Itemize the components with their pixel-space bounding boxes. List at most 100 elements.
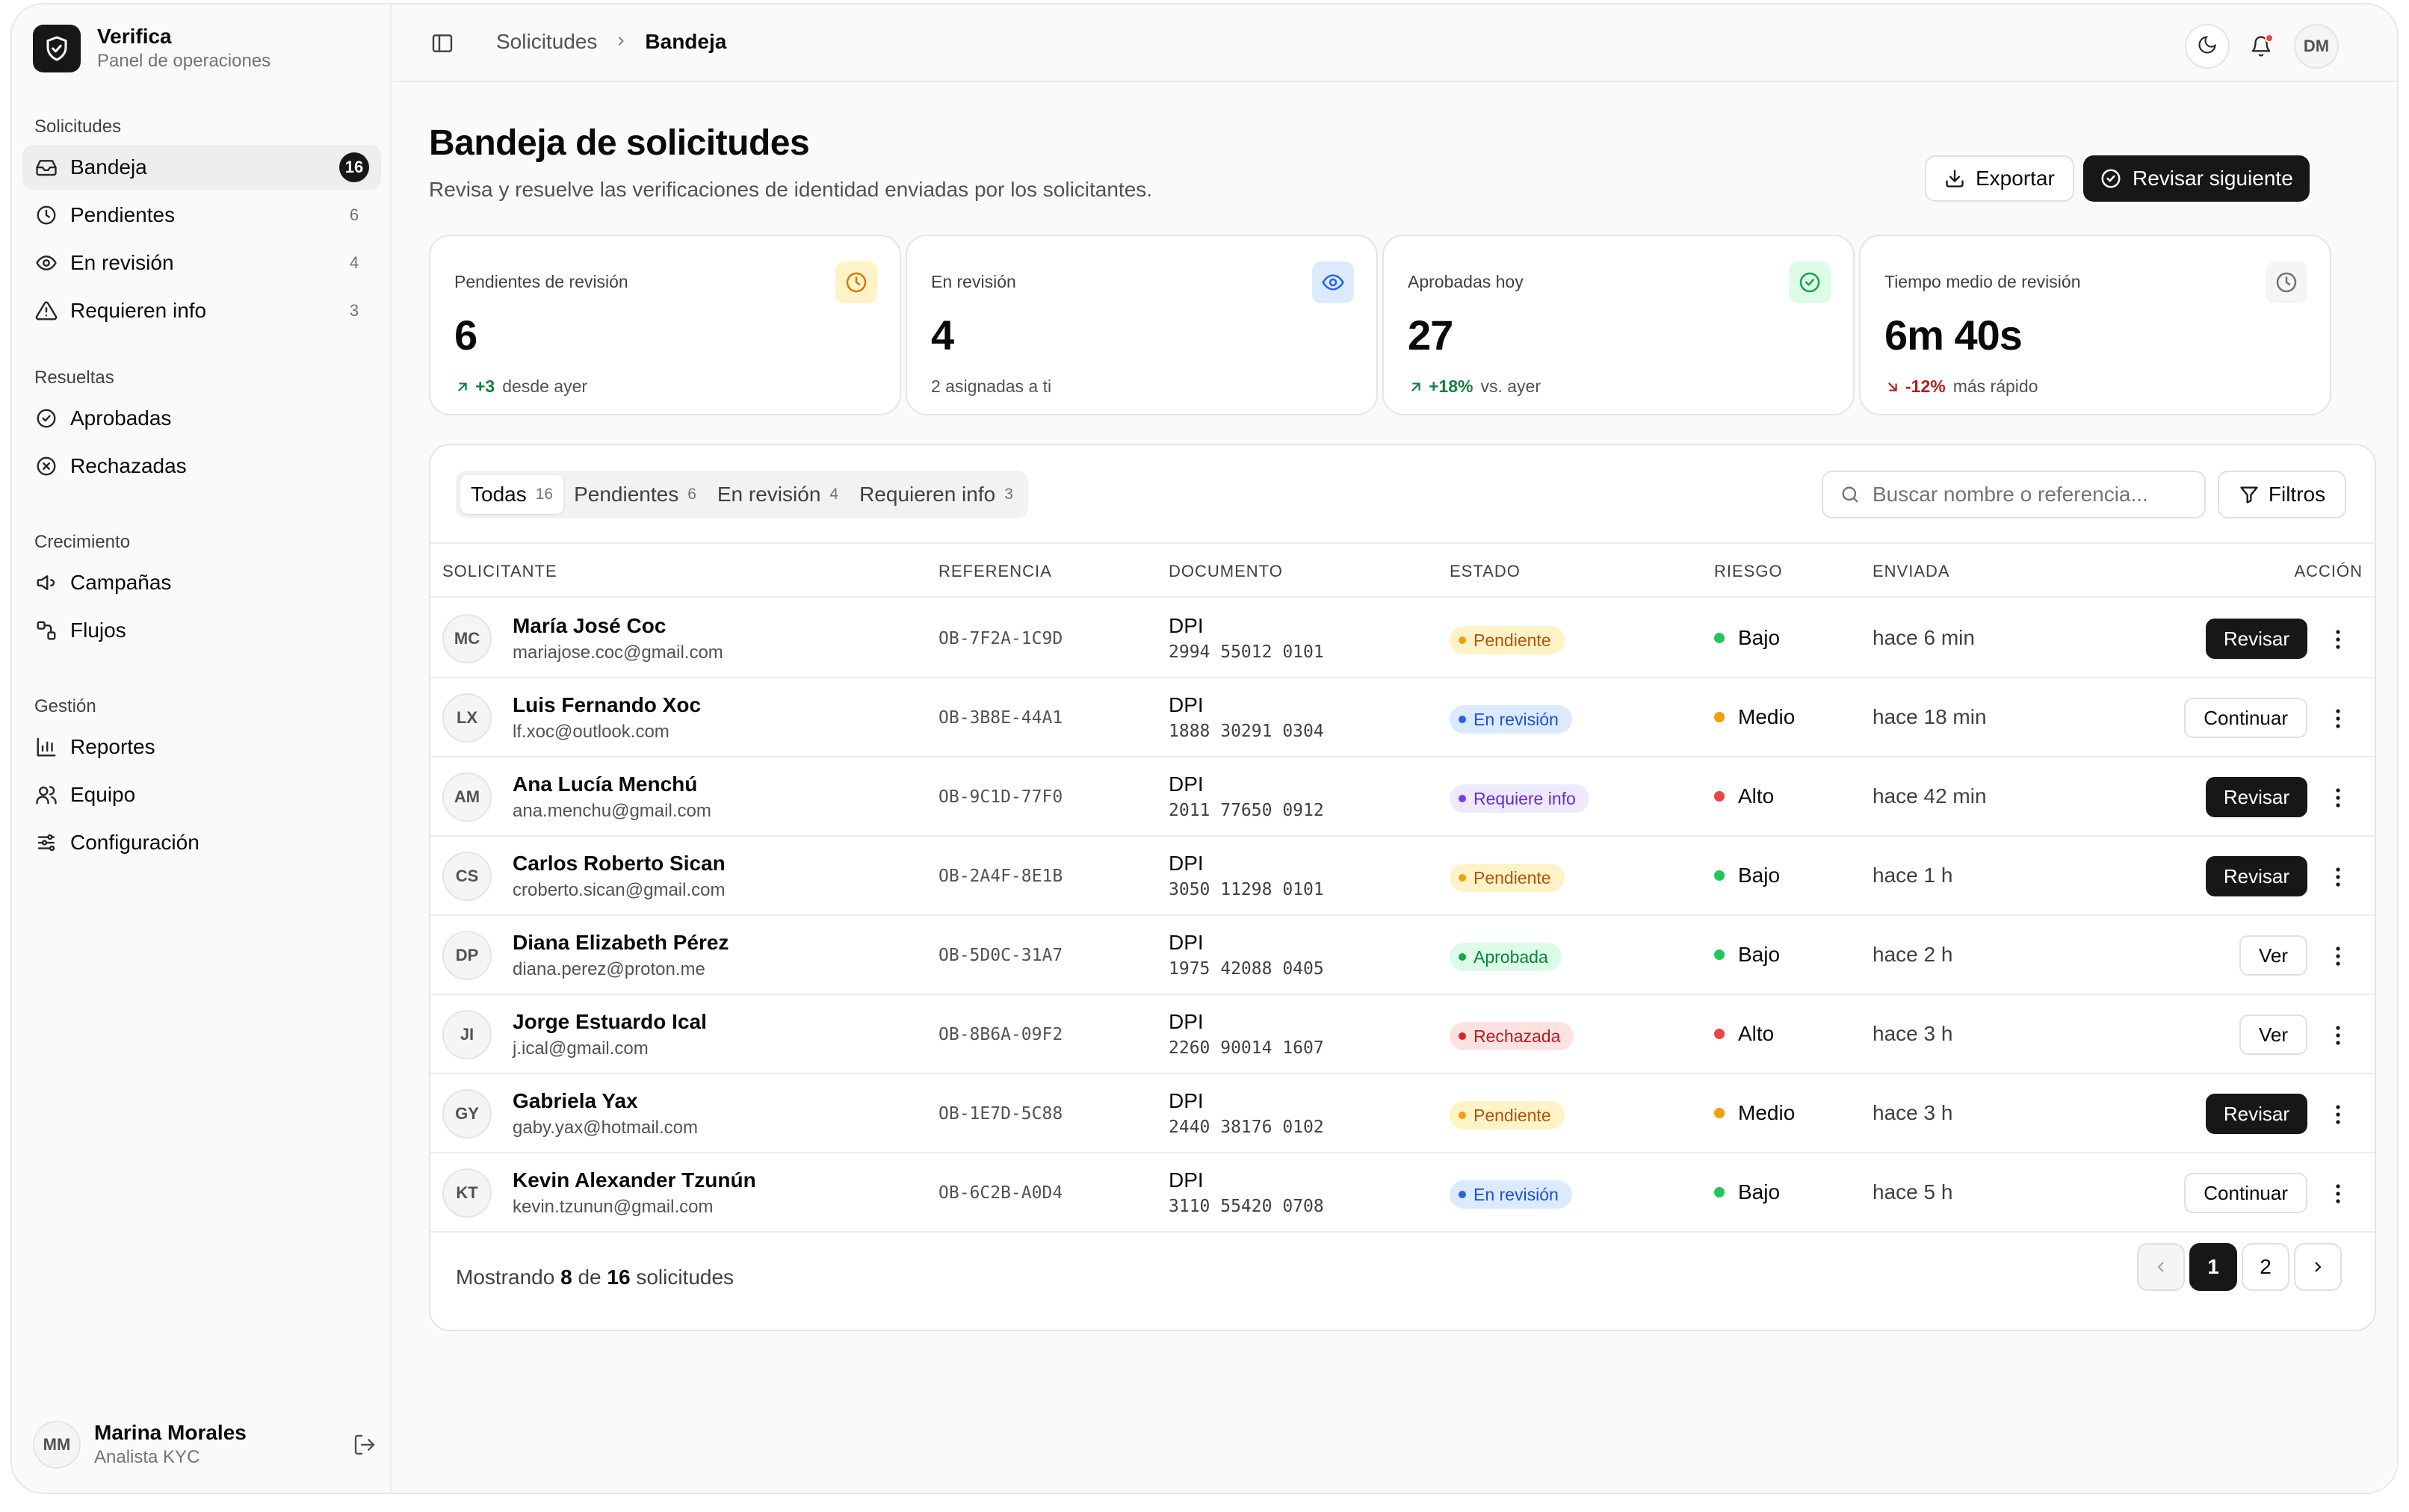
applicant-name[interactable]: Luis Fernando Xoc: [513, 693, 701, 717]
table-header: SOLICITANTE REFERENCIA DOCUMENTO ESTADO …: [430, 542, 2375, 598]
risk-level: Alto: [1714, 1022, 1774, 1046]
applicant-name[interactable]: María José Coc: [513, 614, 666, 638]
more-vertical-icon[interactable]: [2327, 943, 2349, 970]
risk-label: Medio: [1738, 705, 1796, 728]
tab-pendientes[interactable]: Pendientes 6: [563, 475, 707, 514]
review-next-button[interactable]: Revisar siguiente: [2083, 155, 2310, 202]
notifications-button[interactable]: [2239, 24, 2283, 69]
col-documento[interactable]: DOCUMENTO: [1169, 562, 1283, 581]
applicant-name[interactable]: Jorge Estuardo Ical: [513, 1010, 707, 1034]
filters-button[interactable]: Filtros: [2218, 471, 2346, 518]
breadcrumb-solicitudes[interactable]: Solicitudes: [496, 30, 597, 54]
row-action-button[interactable]: Revisar: [2205, 1094, 2307, 1134]
stat-note-text: vs. ayer: [1480, 377, 1541, 396]
more-vertical-icon[interactable]: [2327, 1022, 2349, 1049]
stat-label: Aprobadas hoy: [1408, 272, 1524, 291]
sidebar-item-pendientes[interactable]: Pendientes 6: [22, 193, 381, 238]
theme-toggle-button[interactable]: [2185, 24, 2230, 69]
prev-page-button[interactable]: [2137, 1243, 2185, 1291]
col-estado[interactable]: ESTADO: [1450, 562, 1521, 581]
document-type: DPI: [1169, 1168, 1204, 1192]
sidebar-item-en-revisi-n[interactable]: En revisión 4: [22, 241, 381, 285]
page-title: Bandeja de solicitudes: [429, 123, 810, 163]
row-action-button[interactable]: Revisar: [2205, 856, 2307, 896]
sidebar-item-reportes[interactable]: Reportes: [22, 725, 381, 769]
sidebar-toggle-icon[interactable]: [430, 31, 454, 59]
avatar: CS: [442, 852, 492, 901]
table-row[interactable]: GY Gabriela Yax gaby.yax@hotmail.com OB-1E7…: [430, 1074, 2375, 1153]
page-2-button[interactable]: 2: [2242, 1243, 2289, 1291]
status-label: En revisión: [1473, 1184, 1559, 1204]
avatar[interactable]: MM: [33, 1421, 81, 1469]
sidebar-item-rechazadas[interactable]: Rechazadas: [22, 444, 381, 489]
more-vertical-icon[interactable]: [2327, 864, 2349, 890]
logout-icon[interactable]: [353, 1433, 377, 1460]
col-referencia[interactable]: REFERENCIA: [938, 562, 1052, 581]
sidebar-item-flujos[interactable]: Flujos: [22, 608, 381, 653]
col-riesgo[interactable]: RIESGO: [1714, 562, 1783, 581]
row-action-button[interactable]: Ver: [2239, 1014, 2307, 1055]
pagination-summary: Mostrando 8 de 16 solicitudes: [456, 1265, 734, 1289]
export-button[interactable]: Exportar: [1925, 155, 2074, 202]
stat-card: Aprobadas hoy 27 +18% vs. ayer: [1382, 235, 1855, 415]
table-row[interactable]: MC María José Coc mariajose.coc@gmail.com O…: [430, 599, 2375, 678]
user-role: Analista KYC: [94, 1447, 200, 1467]
risk-label: Bajo: [1738, 943, 1781, 966]
more-vertical-icon[interactable]: [2327, 1101, 2349, 1128]
more-vertical-icon[interactable]: [2327, 784, 2349, 811]
row-action-button[interactable]: Continuar: [2184, 698, 2307, 738]
page-1-button[interactable]: 1: [2189, 1243, 2237, 1291]
tab-todas[interactable]: Todas 16: [460, 475, 564, 514]
sidebar-item-bandeja[interactable]: Bandeja 16: [22, 145, 381, 190]
status-dot: [1459, 1191, 1466, 1198]
col-solicitante[interactable]: SOLICITANTE: [442, 562, 557, 581]
tab-en-revisi-n[interactable]: En revisión 4: [707, 475, 849, 514]
sidebar-item-equipo[interactable]: Equipo: [22, 772, 381, 817]
sidebar-item-label: Rechazadas: [70, 454, 187, 477]
table-row[interactable]: CS Carlos Roberto Sican croberto.sican@gma…: [430, 837, 2375, 916]
document-number: 3050 11298 0101: [1169, 880, 1324, 899]
status-label: Pendiente: [1473, 1105, 1551, 1125]
brand[interactable]: Verifica Panel de operaciones: [33, 24, 270, 73]
status-label: Requiere info: [1473, 788, 1576, 808]
sidebar-item-label: Configuración: [70, 831, 200, 854]
user-menu-avatar[interactable]: DM: [2294, 24, 2339, 69]
table-row[interactable]: KT Kevin Alexander Tzunún kevin.tzunun@gma…: [430, 1153, 2375, 1233]
sidebar-item-label: Flujos: [70, 619, 126, 642]
status-badge: Aprobada: [1450, 943, 1562, 971]
applicant-name[interactable]: Carlos Roberto Sican: [513, 852, 726, 876]
applicant-name[interactable]: Ana Lucía Menchú: [513, 772, 697, 796]
applicant-name[interactable]: Kevin Alexander Tzunún: [513, 1168, 756, 1192]
table-row[interactable]: LX Luis Fernando Xoc lf.xoc@outlook.com OB-…: [430, 678, 2375, 757]
more-vertical-icon[interactable]: [2327, 1180, 2349, 1207]
sidebar-item-aprobadas[interactable]: Aprobadas: [22, 396, 381, 441]
tab-requieren-info[interactable]: Requieren info 3: [849, 475, 1024, 514]
sidebar-item-requieren-info[interactable]: Requieren info 3: [22, 288, 381, 333]
row-action-button[interactable]: Continuar: [2184, 1173, 2307, 1213]
applicant-name[interactable]: Gabriela Yax: [513, 1089, 638, 1113]
document-number: 2011 77650 0912: [1169, 801, 1324, 820]
tab-count: 4: [829, 486, 839, 503]
sidebar-item-label: Pendientes: [70, 203, 176, 226]
col-enviada[interactable]: ENVIADA: [1873, 562, 1950, 581]
next-page-button[interactable]: [2294, 1243, 2342, 1291]
risk-label: Alto: [1738, 784, 1775, 808]
more-vertical-icon[interactable]: [2327, 626, 2349, 653]
stat-note-text: 2 asignadas a ti: [931, 377, 1052, 396]
table-row[interactable]: JI Jorge Estuardo Ical j.ical@gmail.com OB-…: [430, 995, 2375, 1074]
sidebar-item-configuraci-n[interactable]: Configuración: [22, 820, 381, 865]
check-circle-icon: [2100, 167, 2122, 190]
row-action-button[interactable]: Revisar: [2205, 619, 2307, 659]
row-action-button[interactable]: Revisar: [2205, 777, 2307, 817]
table-row[interactable]: AM Ana Lucía Menchú ana.menchu@gmail.com OB…: [430, 757, 2375, 837]
applicant-name[interactable]: Diana Elizabeth Pérez: [513, 931, 729, 955]
sidebar: Verifica Panel de operaciones Solicitude…: [12, 4, 392, 1493]
table-row[interactable]: DP Diana Elizabeth Pérez diana.perez@proto…: [430, 916, 2375, 995]
search-input[interactable]: [1873, 483, 2186, 506]
search-box[interactable]: [1822, 471, 2206, 518]
sidebar-item-label: Reportes: [70, 735, 155, 758]
more-vertical-icon[interactable]: [2327, 705, 2349, 732]
sidebar-item-campa-as[interactable]: Campañas: [22, 560, 381, 605]
breadcrumb: Solicitudes Bandeja: [496, 30, 726, 54]
row-action-button[interactable]: Ver: [2239, 935, 2307, 976]
